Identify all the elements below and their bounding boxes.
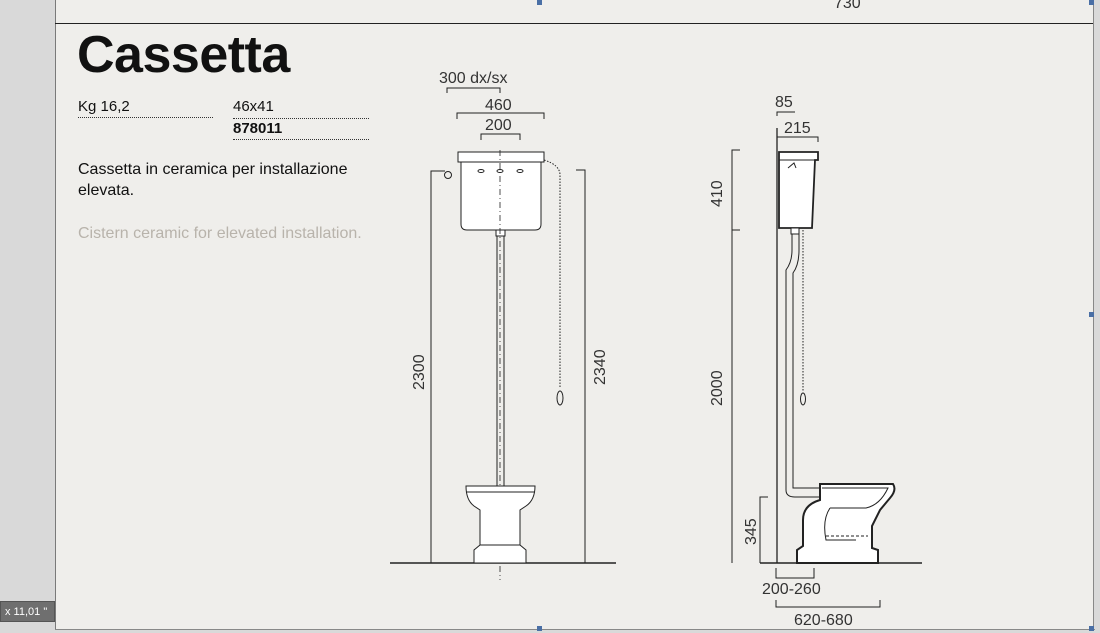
dim-345-label: 345 bbox=[743, 518, 760, 545]
side-wc-bowl bbox=[796, 483, 896, 564]
dim-height-right-label: 2340 bbox=[592, 349, 609, 385]
dim-line-inner bbox=[480, 133, 521, 140]
side-cistern bbox=[778, 151, 819, 229]
dim-line-215 bbox=[776, 136, 819, 142]
side-flush-valve bbox=[790, 227, 800, 235]
front-view bbox=[390, 87, 616, 580]
dim-offset-label: 300 dx/sx bbox=[439, 70, 507, 87]
dim-620-680-label: 620-680 bbox=[794, 612, 853, 629]
dim-85-label: 85 bbox=[775, 94, 793, 111]
dim-215-label: 215 bbox=[784, 120, 811, 137]
front-wc-bowl bbox=[465, 485, 536, 564]
dim-410-label: 410 bbox=[709, 180, 726, 207]
front-pull-handle bbox=[556, 390, 564, 406]
dim-200-260-label: 200-260 bbox=[762, 581, 821, 598]
side-view bbox=[731, 111, 922, 608]
front-pull-chain bbox=[543, 159, 561, 388]
dimension-readout: x 11,01 " bbox=[0, 601, 55, 622]
dim-line-offset bbox=[446, 87, 501, 93]
front-cistern bbox=[457, 151, 545, 231]
dim-width-label: 460 bbox=[485, 97, 512, 114]
dim-line-200-260 bbox=[775, 568, 815, 579]
dim-line-345 bbox=[759, 496, 768, 563]
dim-inner-label: 200 bbox=[485, 117, 512, 134]
dim-line-85 bbox=[776, 111, 795, 116]
technical-drawing: 300 dx/sx 460 200 2300 2340 85 215 410 2… bbox=[390, 70, 922, 629]
dim-line-410 bbox=[731, 149, 740, 231]
front-inlet-marker bbox=[444, 171, 452, 179]
dim-line-height-right bbox=[576, 169, 586, 563]
dim-line-620-680 bbox=[775, 600, 881, 608]
side-pipe-back bbox=[792, 234, 820, 489]
dim-line-height-left bbox=[430, 170, 445, 563]
dim-height-left-label: 2300 bbox=[411, 354, 428, 390]
side-pull-handle bbox=[800, 392, 806, 406]
front-flush-valve bbox=[495, 229, 506, 237]
dim-2000-label: 2000 bbox=[709, 370, 726, 406]
